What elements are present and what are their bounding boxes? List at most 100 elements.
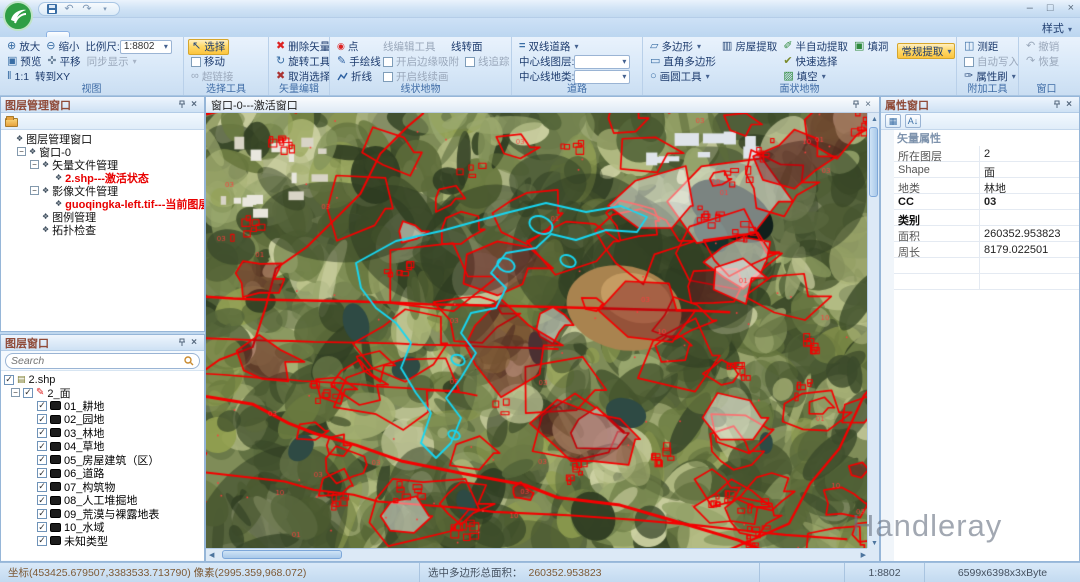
tree-expander-icon[interactable]: − (30, 160, 39, 169)
vertical-scroll-thumb[interactable] (869, 127, 878, 197)
tree-expander-icon[interactable]: − (11, 388, 20, 397)
property-row[interactable]: Shape 面 (894, 162, 1079, 178)
property-grid: − 矢量属性 所在图层 2 Shape 面 地类 林地 CC 03 (881, 130, 1079, 561)
property-value: 面 (980, 162, 1079, 177)
layer-class-symbol (50, 455, 61, 464)
layer-class-checkbox[interactable]: ✓ (37, 536, 47, 546)
scale-select[interactable]: 1:8802▾ (120, 40, 172, 54)
layer-class-checkbox[interactable]: ✓ (37, 468, 47, 478)
layer-class-checkbox[interactable]: ✓ (37, 441, 47, 451)
layer-group-checkbox[interactable]: ✓ (23, 388, 33, 398)
zoom-in-button[interactable]: ⊕放大 (4, 39, 43, 54)
redo-icon[interactable]: ↷ (81, 3, 93, 15)
close-panel-icon[interactable]: × (188, 337, 200, 348)
auto-write-checkbox-box[interactable] (964, 57, 974, 67)
layer-manager-node[interactable]: − ❖ 图例管理 (1, 210, 204, 223)
horizontal-scrollbar[interactable]: ◀ ▶ (206, 548, 869, 561)
move-checkbox[interactable]: 移动 (188, 54, 228, 69)
zoom-out-button[interactable]: ⊖缩小 (43, 39, 82, 54)
delete-vector-button[interactable]: ✖删除矢量 (273, 39, 330, 54)
save-icon[interactable] (47, 4, 57, 14)
line-to-polygon-button[interactable]: 线转面 (448, 39, 486, 54)
preview-button[interactable]: ▣预览 (4, 54, 44, 69)
vertical-scrollbar[interactable]: ▲ ▼ (867, 113, 879, 550)
point-button[interactable]: ◉点 (334, 39, 380, 54)
double-line-road-button[interactable]: =双线道路▾ (516, 39, 581, 54)
layer-class-checkbox[interactable]: ✓ (37, 414, 47, 424)
pin-icon[interactable] (176, 100, 188, 109)
house-extract-button[interactable]: ▥房屋提取 (719, 39, 780, 54)
property-row[interactable]: 所在图层 2 (894, 146, 1079, 162)
redo-button[interactable]: ↷恢复 (1023, 54, 1062, 69)
center-layer-select[interactable]: ▾ (574, 55, 630, 69)
horizontal-scroll-thumb[interactable] (222, 550, 342, 559)
layer-manager-node[interactable]: − ❖ 拓扑检查 (1, 223, 204, 236)
rotate-tool-button[interactable]: ↻旋转工具 (273, 54, 330, 69)
close-button[interactable]: × (1068, 2, 1074, 14)
open-file-icon[interactable] (5, 118, 18, 127)
scroll-up-icon[interactable]: ▲ (871, 116, 878, 123)
close-panel-icon[interactable]: × (1063, 99, 1075, 110)
tree-expander-icon[interactable]: − (17, 147, 26, 156)
edge-snap-checkbox[interactable]: 开启边缘吸附 (380, 54, 462, 69)
fill-hole-button[interactable]: ▣填洞 (851, 39, 891, 54)
property-row[interactable]: CC 03 (894, 194, 1079, 210)
layer-class-checkbox[interactable]: ✓ (37, 401, 47, 411)
semi-auto-extract-button[interactable]: ✐半自动提取 (780, 39, 851, 54)
edge-snap-checkbox-box[interactable] (383, 57, 393, 67)
layer-class-checkbox[interactable]: ✓ (37, 509, 47, 519)
pin-icon[interactable] (1051, 100, 1063, 109)
maximize-button[interactable]: □ (1047, 2, 1054, 14)
polygon-button[interactable]: ▱多边形▾ (647, 39, 704, 54)
pan-button[interactable]: ✜平移 (44, 54, 83, 69)
undo-icon[interactable]: ↶ (63, 3, 75, 15)
status-selected-area: 选中多边形总面积： 260352.953823 (420, 563, 760, 582)
sync-display-button[interactable]: 同步显示▾ (84, 54, 140, 69)
property-row[interactable]: 地类 林地 (894, 178, 1079, 194)
property-row[interactable]: 周长 8179.022501 (894, 242, 1079, 258)
layer-class-checkbox[interactable]: ✓ (37, 455, 47, 465)
undo-button[interactable]: ↶撤销 (1023, 39, 1062, 54)
close-panel-icon[interactable]: × (188, 99, 200, 110)
property-group-row[interactable]: − 矢量属性 (881, 130, 1079, 146)
line-trace-checkbox[interactable]: 线追踪 (462, 54, 512, 69)
property-row[interactable]: 类别 (894, 210, 1079, 226)
normal-extract-button[interactable]: 常规提取▾ (897, 43, 955, 59)
line-trace-checkbox-box[interactable] (465, 57, 475, 67)
select-button[interactable]: ↖选择 (188, 39, 229, 55)
search-input[interactable] (11, 355, 184, 367)
layer-manager-node[interactable]: − ❖ 图层管理窗口 (1, 132, 204, 145)
search-box[interactable] (5, 353, 200, 369)
measure-button[interactable]: ◫测距 (961, 39, 1001, 54)
quick-select-button[interactable]: ✔快速选择 (780, 54, 840, 69)
quickbar-dropdown-icon[interactable]: ▾ (99, 3, 111, 15)
layer-class-item[interactable]: ✓ 未知类型 (1, 534, 204, 548)
scroll-down-icon[interactable]: ▼ (871, 540, 878, 547)
pin-icon[interactable] (176, 338, 188, 347)
layer-file-node[interactable]: ✓ ▤ 2.shp (1, 373, 204, 386)
delete-icon: ✖ (276, 41, 285, 52)
layer-class-checkbox[interactable]: ✓ (37, 495, 47, 505)
layer-class-checkbox[interactable]: ✓ (37, 428, 47, 438)
freehand-line-button[interactable]: ✎手绘线 (334, 54, 380, 69)
minimize-button[interactable]: – (1027, 2, 1033, 14)
scroll-right-icon[interactable]: ▶ (861, 552, 866, 559)
sort-az-icon[interactable]: A↓ (905, 114, 921, 128)
close-map-icon[interactable]: × (862, 99, 874, 110)
map-window-title-bar: 窗口-0---激活窗口 × (206, 97, 879, 113)
rect-polygon-button[interactable]: ▭直角多边形 (647, 54, 719, 69)
layer-manager-node[interactable]: − ❖ guoqingka-left.tif---当前图层 (1, 197, 204, 210)
property-row[interactable]: 面积 260352.953823 (894, 226, 1079, 242)
move-checkbox-box[interactable] (191, 57, 201, 67)
layer-class-checkbox[interactable]: ✓ (37, 482, 47, 492)
tree-expander-icon[interactable]: − (30, 186, 39, 195)
pin-icon[interactable] (850, 100, 862, 109)
scroll-left-icon[interactable]: ◀ (209, 552, 214, 559)
layer-class-checkbox[interactable]: ✓ (37, 522, 47, 532)
style-menu-button[interactable]: 样式 ▾ (1042, 20, 1072, 36)
auto-write-checkbox[interactable]: 自动写入 (961, 54, 1019, 69)
group-label-view: 视图 (0, 80, 183, 95)
map-canvas[interactable] (206, 113, 869, 550)
layer-file-checkbox[interactable]: ✓ (4, 375, 14, 385)
categorize-icon[interactable]: ▦ (885, 114, 901, 128)
